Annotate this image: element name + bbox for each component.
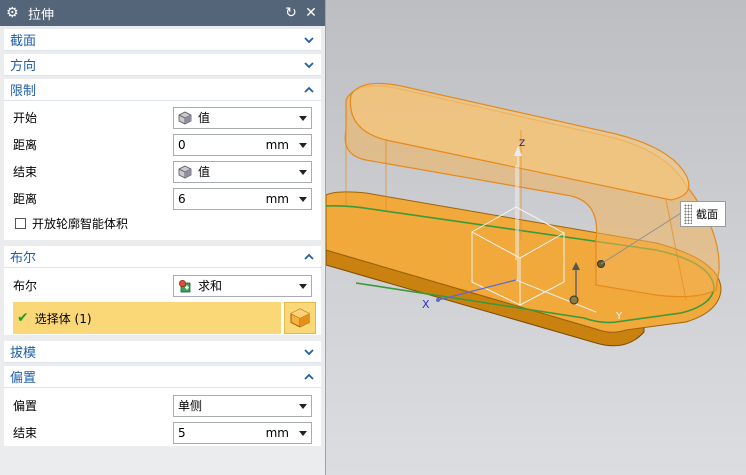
start-distance-label: 距离 [13,138,38,152]
direction-section: 方向 [4,54,321,76]
grip-icon [684,204,692,224]
callout-label: 截面 [696,208,718,221]
direction-header[interactable]: 方向 [4,54,321,76]
chevron-down-icon [303,346,315,358]
z-axis-label: Z [519,139,525,149]
select-body-field[interactable]: ✔ 选择体 (1) [13,302,281,334]
start-distance-unit: mm [265,137,289,152]
direction-title: 方向 [10,59,37,74]
offset-value: 单侧 [178,399,203,413]
start-row: 开始 值 [4,104,321,131]
open-profile-checkbox[interactable] [15,217,26,229]
offset-header[interactable]: 偏置 [4,366,321,388]
value-cube-icon [178,111,192,124]
start-distance-row: 距离 0 mm [4,131,321,158]
chevron-up-icon [303,84,315,96]
offset-end-unit: mm [265,425,289,440]
boolean-value: 求和 [198,279,223,293]
start-value: 值 [198,111,211,125]
dropdown-arrow-icon [299,169,307,175]
start-distance-value: 0 [178,137,186,152]
y-axis-label: Y [615,311,623,322]
dropdown-arrow-icon [299,403,307,409]
select-body-row: ✔ 选择体 (1) [4,301,321,335]
section-section: 截面 [4,29,321,51]
draft-section: 拔模 [4,341,321,363]
open-profile-row[interactable]: 开放轮廓智能体积 [4,212,321,234]
body-cube-icon [290,308,310,328]
chevron-up-icon [303,371,315,383]
x-axis-label: X [422,298,430,311]
boolean-title: 布尔 [10,251,37,266]
open-profile-label: 开放轮廓智能体积 [32,216,129,231]
end-distance-unit: mm [265,191,289,206]
offset-end-value: 5 [178,425,186,440]
dialog-title: 拉伸 [28,7,55,23]
boolean-label: 布尔 [13,279,38,293]
offset-row: 偏置 单侧 [4,392,321,419]
section-title: 截面 [10,34,37,49]
origin-point [436,298,440,302]
value-cube-icon [178,165,192,178]
close-icon[interactable]: ✕ [303,5,319,21]
dropdown-arrow-icon [299,283,307,289]
extrude-preview: X Y Z [326,82,722,347]
offset-end-input[interactable]: 5 mm [173,421,312,444]
end-label: 结束 [13,165,38,179]
checkmark-icon: ✔ [17,310,29,326]
limits-header[interactable]: 限制 [4,79,321,101]
section-header[interactable]: 截面 [4,29,321,51]
chevron-down-icon [303,34,315,46]
limits-title: 限制 [10,84,37,99]
boolean-section: 布尔 布尔 求和 ✔ 选择体 (1) [4,246,321,335]
dialog-title-bar[interactable]: ⚙ 拉伸 ↻ ✕ [0,0,325,26]
drag-handle[interactable] [569,295,579,305]
end-select[interactable]: 值 [173,160,312,183]
end-row: 结束 值 [4,158,321,185]
end-distance-label: 距离 [13,192,38,206]
start-distance-input[interactable]: 0 mm [173,133,312,156]
reset-icon[interactable]: ↻ [283,5,299,21]
start-label: 开始 [13,111,38,125]
dropdown-arrow-icon [299,115,307,121]
gear-icon[interactable]: ⚙ [6,6,20,20]
draft-title: 拔模 [10,346,37,361]
offset-select[interactable]: 单侧 [173,394,312,417]
offset-end-label: 结束 [13,426,38,440]
boolean-select[interactable]: 求和 [173,274,312,297]
section-callout[interactable]: 截面 [680,201,726,227]
offset-end-row: 结束 5 mm [4,419,321,446]
offset-section: 偏置 偏置 单侧 结束 5 mm [4,366,321,446]
graphics-viewport[interactable]: X Y Z 截面 [326,0,746,475]
offset-title: 偏置 [10,371,37,386]
draft-header[interactable]: 拔模 [4,341,321,363]
end-value: 值 [198,165,211,179]
limits-section: 限制 开始 值 距离 0 mm 结束 值 距离 6 mm 开放轮廓智能体积 [4,79,321,240]
boolean-row: 布尔 求和 [4,272,321,299]
start-select[interactable]: 值 [173,106,312,129]
boolean-header[interactable]: 布尔 [4,246,321,268]
dropdown-arrow-icon[interactable] [299,142,307,148]
dropdown-arrow-icon[interactable] [299,430,307,436]
offset-label: 偏置 [13,399,38,413]
extrude-dialog: ⚙ 拉伸 ↻ ✕ 截面 方向 限制 开始 值 距离 0 mm 结束 值 距离 6… [0,0,326,475]
chevron-down-icon [303,59,315,71]
end-distance-input[interactable]: 6 mm [173,187,312,210]
chevron-up-icon [303,251,315,263]
end-distance-row: 距离 6 mm [4,185,321,212]
end-distance-value: 6 [178,191,186,206]
select-body-label: 选择体 (1) [34,311,92,326]
dropdown-arrow-icon[interactable] [299,196,307,202]
unite-icon [178,279,191,292]
select-body-button[interactable] [284,302,316,334]
